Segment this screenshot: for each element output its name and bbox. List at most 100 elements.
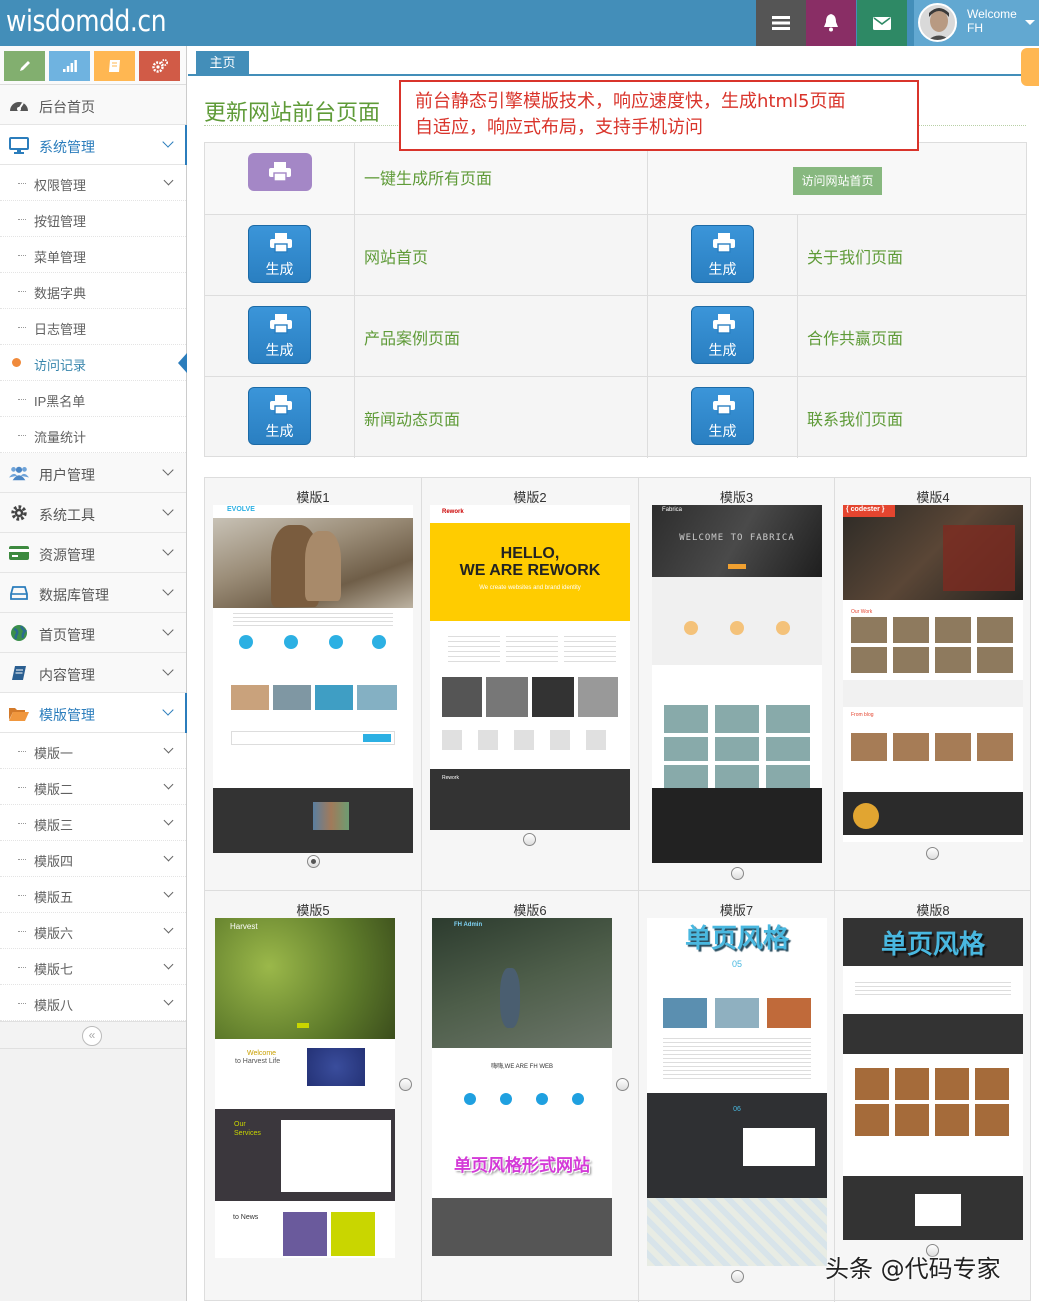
template-preview-7[interactable]: 单页风格 05 06: [647, 918, 827, 1266]
sidebar-item-templates[interactable]: 模版管理: [0, 693, 187, 733]
template-preview-2[interactable]: Rework HELLO, WE ARE REWORK We create we…: [430, 505, 630, 830]
sidebar-item-system[interactable]: 系统管理: [0, 125, 187, 165]
sidebar-item-resources[interactable]: 资源管理: [0, 533, 186, 573]
desktop-icon: [9, 136, 29, 154]
generate-button[interactable]: 生成: [691, 387, 754, 445]
button-label: 生成: [265, 261, 294, 277]
template-text: 05: [731, 959, 742, 969]
button-label: 生成: [265, 423, 294, 439]
sidebar-item-users[interactable]: 用户管理: [0, 453, 186, 493]
template-text: 嗨嗨,WE ARE FH WEB: [490, 1064, 553, 1070]
book-icon: [109, 60, 120, 72]
button-label: 生成: [708, 423, 737, 439]
templates-submenu: 模版一 模版二 模版三 模版四 模版五 模版六 模版七 模版八: [0, 733, 186, 1021]
template-card-1[interactable]: 模版1 EVOLVE: [205, 478, 422, 891]
generate-button[interactable]: 生成: [691, 225, 754, 283]
template-preview-5[interactable]: Harvest Welcome to Harvest Life Our Serv…: [215, 918, 395, 1258]
template-card-3[interactable]: 模版3 Fabrica WELCOME TO FABRICA: [639, 478, 835, 891]
sidebar-subitem-template-4[interactable]: 模版四: [0, 841, 186, 877]
sidebar-subitem-logs[interactable]: 日志管理: [0, 309, 186, 345]
template-name: 模版5: [296, 903, 330, 918]
chevron-down-icon: [162, 136, 174, 148]
credit-card-icon: [9, 544, 29, 562]
template-preview-1[interactable]: EVOLVE: [213, 505, 413, 853]
template-card-5[interactable]: 模版5 Harvest Welcome to Harvest Life Our …: [205, 891, 422, 1302]
template-radio[interactable]: [616, 1078, 629, 1091]
tasks-button[interactable]: [756, 0, 806, 46]
shortcut-signal-button[interactable]: [49, 51, 90, 81]
template-radio[interactable]: [731, 867, 744, 880]
template-brand: Harvest: [230, 922, 258, 931]
sidebar-subitem-template-6[interactable]: 模版六: [0, 913, 186, 949]
template-radio[interactable]: [926, 847, 939, 860]
template-section: Our Work: [851, 609, 873, 615]
sidebar-subitem-ip-blacklist[interactable]: IP黑名单: [0, 381, 186, 417]
sidebar-subitem-traffic[interactable]: 流量统计: [0, 417, 186, 453]
print-icon: [269, 162, 291, 182]
template-card-6[interactable]: 模版6 FH Admin 嗨嗨,WE ARE FH WEB 单页风格形式网站: [422, 891, 639, 1302]
generate-button[interactable]: 生成: [248, 387, 311, 445]
sidebar-subitem-template-8[interactable]: 模版八: [0, 985, 186, 1021]
template-radio[interactable]: [307, 855, 320, 868]
generate-all-button[interactable]: [248, 153, 312, 191]
hdd-icon: [9, 584, 29, 602]
sidebar-item-home[interactable]: 后台首页: [0, 85, 186, 125]
user-menu[interactable]: Welcome FH: [914, 0, 1039, 46]
subitem-label: 权限管理: [34, 178, 87, 193]
subitem-label: 流量统计: [34, 430, 87, 445]
signal-icon: [62, 60, 77, 72]
messages-button[interactable]: [857, 0, 907, 46]
template-radio[interactable]: [731, 1270, 744, 1283]
template-card-2[interactable]: 模版2 Rework HELLO, WE ARE REWORK We creat…: [422, 478, 639, 891]
table-cell: [205, 143, 355, 214]
template-preview-6[interactable]: FH Admin 嗨嗨,WE ARE FH WEB 单页风格形式网站: [432, 918, 612, 1256]
template-preview-4[interactable]: { codester } Our Work From blog: [843, 505, 1023, 842]
sidebar-item-content[interactable]: 内容管理: [0, 653, 186, 693]
collapse-sidebar-button[interactable]: «: [82, 1026, 102, 1046]
subitem-label: 模版六: [34, 926, 74, 941]
generate-button[interactable]: 生成: [248, 306, 311, 364]
template-card-8[interactable]: 模版8 单页风格: [835, 891, 1031, 1302]
sidebar-subitem-permissions[interactable]: 权限管理: [0, 165, 186, 201]
subitem-label: IP黑名单: [34, 394, 86, 409]
breadcrumb: 主页: [188, 46, 1039, 76]
sidebar-item-tools[interactable]: 系统工具: [0, 493, 186, 533]
sidebar-item-homepage[interactable]: 首页管理: [0, 613, 186, 653]
annotation-line: 自适应，响应式布局，支持手机访问: [415, 117, 703, 138]
breadcrumb-home[interactable]: 主页: [196, 51, 249, 76]
template-sub: We create websites and brand identity: [479, 585, 581, 591]
sidebar-subitem-visits[interactable]: 访问记录: [0, 345, 187, 381]
sidebar-subitem-buttons[interactable]: 按钮管理: [0, 201, 186, 237]
shortcut-book-button[interactable]: [94, 51, 135, 81]
button-label: 生成: [708, 261, 737, 277]
sidebar-subitem-menus[interactable]: 菜单管理: [0, 237, 186, 273]
template-radio[interactable]: [523, 833, 536, 846]
template-radio[interactable]: [399, 1078, 412, 1091]
sidebar-subitem-template-5[interactable]: 模版五: [0, 877, 186, 913]
sidebar-subitem-template-3[interactable]: 模版三: [0, 805, 186, 841]
annotation-box: 前台静态引擎模版技术，响应速度快，生成html5页面 自适应，响应式布局，支持手…: [399, 80, 919, 151]
sidebar-subitem-template-7[interactable]: 模版七: [0, 949, 186, 985]
settings-toggle-button[interactable]: [1021, 48, 1039, 86]
brand-logo[interactable]: wisdomdd.cn: [6, 4, 167, 38]
template-preview-3[interactable]: Fabrica WELCOME TO FABRICA: [652, 505, 822, 863]
shortcut-pencil-button[interactable]: [4, 51, 45, 81]
shortcut-cogs-button[interactable]: [139, 51, 180, 81]
sidebar-item-label: 数据库管理: [39, 587, 109, 603]
sidebar-subitem-dictionary[interactable]: 数据字典: [0, 273, 186, 309]
template-overlay-text: 单页风格: [684, 924, 789, 954]
generate-button[interactable]: 生成: [691, 306, 754, 364]
chevron-down-icon: [163, 815, 174, 826]
template-preview-8[interactable]: 单页风格: [843, 918, 1023, 1240]
visit-site-button[interactable]: 访问网站首页: [793, 167, 882, 195]
sidebar-item-database[interactable]: 数据库管理: [0, 573, 186, 613]
avatar: [918, 3, 957, 42]
template-card-4[interactable]: 模版4 { codester } Our Work From blog: [835, 478, 1031, 891]
sidebar-subitem-template-1[interactable]: 模版一: [0, 733, 186, 769]
chevron-down-icon: [163, 995, 174, 1006]
generate-button[interactable]: 生成: [248, 225, 311, 283]
subitem-label: 模版三: [34, 818, 74, 833]
sidebar-subitem-template-2[interactable]: 模版二: [0, 769, 186, 805]
notifications-button[interactable]: [806, 0, 856, 46]
template-card-7[interactable]: 模版7 单页风格 05 06: [639, 891, 835, 1302]
